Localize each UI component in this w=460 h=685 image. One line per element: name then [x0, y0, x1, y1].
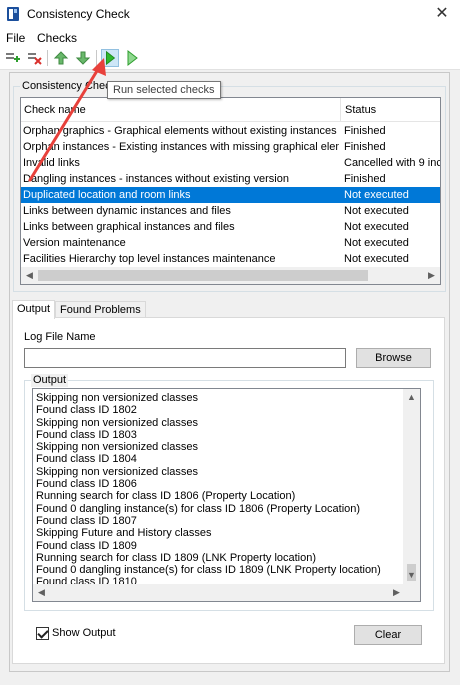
check-row[interactable]: Orphan instances - Existing instances wi…: [21, 139, 440, 155]
output-line: Found class ID 1809: [36, 539, 137, 552]
checks-list[interactable]: Check name Status Orphan graphics - Grap…: [20, 97, 441, 285]
run-all-checks-icon[interactable]: [123, 49, 141, 67]
check-status-cell: Not executed: [344, 221, 409, 233]
close-icon: ✕: [435, 5, 449, 22]
run-selected-checks-icon[interactable]: [101, 49, 119, 67]
menu-bar: File Checks: [0, 28, 460, 46]
output-line: Found 0 dangling instance(s) for class I…: [36, 502, 361, 515]
check-status-cell: Cancelled with 9 inco: [344, 157, 440, 169]
scroll-right-icon[interactable]: ▶: [388, 584, 405, 601]
log-file-name-input[interactable]: [24, 348, 346, 368]
window-title: Consistency Check: [27, 7, 130, 21]
check-row[interactable]: Dangling instances - instances without e…: [21, 171, 440, 187]
check-status-cell: Not executed: [344, 237, 409, 249]
browse-button[interactable]: Browse: [356, 348, 431, 368]
output-line: Found class ID 1804: [36, 453, 137, 466]
move-down-icon[interactable]: [74, 49, 92, 67]
check-status-cell: Not executed: [344, 189, 409, 201]
output-log-hscrollbar[interactable]: ◀ ▶: [33, 584, 405, 601]
output-line: Found class ID 1803: [36, 428, 137, 441]
scroll-up-icon[interactable]: ▲: [403, 389, 420, 406]
check-name-cell: Links between graphical instances and fi…: [23, 221, 235, 233]
check-status-cell: Finished: [344, 141, 386, 153]
toolbar-separator: [96, 50, 97, 66]
check-row[interactable]: Duplicated location and room links Not ex…: [21, 187, 440, 203]
column-separator[interactable]: [340, 98, 341, 122]
check-status-cell: Finished: [344, 173, 386, 185]
check-name-cell: Orphan instances - Existing instances wi…: [23, 141, 339, 153]
toolbar-separator: [47, 50, 48, 66]
output-log[interactable]: Skipping non versionized classes Found cl…: [32, 388, 421, 602]
check-row[interactable]: Links between dynamic instances and file…: [21, 203, 440, 219]
scroll-left-icon[interactable]: ◀: [33, 584, 50, 601]
move-up-icon[interactable]: [52, 49, 70, 67]
remove-check-icon[interactable]: [25, 49, 43, 67]
check-status-cell: Not executed: [344, 205, 409, 217]
check-name-cell: Facilities Hierarchy top level instances…: [23, 253, 276, 265]
add-check-icon[interactable]: [3, 49, 21, 67]
output-log-vscrollbar[interactable]: ▲ ▼: [403, 389, 420, 601]
output-line: Found class ID 1807: [36, 514, 137, 527]
check-row[interactable]: Facilities Hierarchy top level instances…: [21, 251, 440, 267]
scroll-down-icon[interactable]: ▼: [403, 567, 420, 584]
output-line: Found class ID 1806: [36, 478, 137, 491]
check-status-cell: Not executed: [344, 253, 409, 265]
output-line: Running search for class ID 1809 (LNK Pr…: [36, 551, 317, 564]
check-row[interactable]: Links between graphical instances and fi…: [21, 219, 440, 235]
tab-found-problems[interactable]: Found Problems: [55, 301, 146, 318]
check-name-cell: Duplicated location and room links: [23, 189, 191, 201]
app-icon: [7, 7, 19, 21]
title-bar: Consistency Check ✕: [0, 0, 460, 28]
output-log-lines: Skipping non versionized classes Found cl…: [36, 392, 401, 601]
column-header-check-name[interactable]: Check name: [21, 98, 340, 122]
log-file-name-label: Log File Name: [24, 331, 96, 343]
check-name-cell: Dangling instances - instances without e…: [23, 173, 289, 185]
tab-output[interactable]: Output: [12, 300, 56, 319]
show-output-checkbox[interactable]: [36, 627, 49, 640]
output-line: Skipping non versionized classes: [36, 441, 199, 454]
output-line: Skipping non versionized classes: [36, 465, 199, 478]
check-status-cell: Finished: [344, 125, 386, 137]
check-row[interactable]: Orphan graphics - Graphical elements wit…: [21, 123, 440, 139]
menu-checks[interactable]: Checks: [37, 31, 77, 45]
check-name-cell: Links between dynamic instances and file…: [23, 205, 231, 217]
output-group-label: Output: [31, 374, 69, 387]
check-name-cell: Version maintenance: [23, 237, 126, 249]
scrollbar-thumb[interactable]: [38, 270, 368, 281]
output-line: Skipping non versionized classes: [36, 392, 199, 404]
check-row[interactable]: Invalid links Cancelled with 9 inco: [21, 155, 440, 171]
check-name-cell: Invalid links: [23, 157, 80, 169]
checks-list-header: Check name Status: [21, 98, 440, 122]
column-header-status[interactable]: Status: [342, 98, 440, 122]
check-row[interactable]: Version maintenance Not executed: [21, 235, 440, 251]
clear-button[interactable]: Clear: [354, 625, 422, 645]
output-line: Skipping Future and History classes: [36, 527, 212, 540]
output-line: Running search for class ID 1806 (Proper…: [36, 490, 296, 503]
scroll-left-icon[interactable]: ◀: [21, 267, 38, 284]
run-selected-checks-tooltip: Run selected checks: [107, 81, 221, 99]
output-line: Found class ID 1802: [36, 404, 137, 417]
scroll-right-icon[interactable]: ▶: [423, 267, 440, 284]
output-line: Skipping non versionized classes: [36, 416, 199, 429]
menu-file[interactable]: File: [6, 31, 25, 45]
close-button[interactable]: ✕: [424, 0, 460, 28]
checks-list-hscrollbar[interactable]: ◀ ▶: [21, 267, 440, 284]
output-line: Found 0 dangling instance(s) for class I…: [36, 564, 381, 577]
check-name-cell: Orphan graphics - Graphical elements wit…: [23, 125, 337, 137]
show-output-label: Show Output: [52, 627, 116, 639]
toolbar: [0, 46, 460, 70]
